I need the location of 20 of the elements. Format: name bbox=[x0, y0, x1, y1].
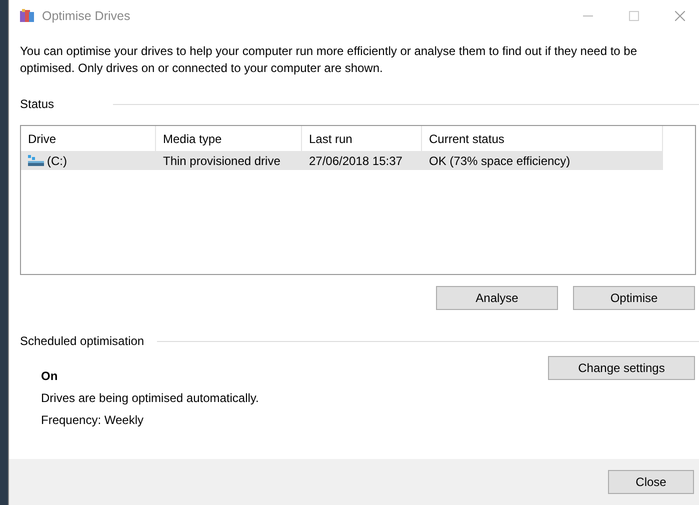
table-cell-text: 27/06/2018 15:37 bbox=[308, 152, 404, 170]
table-cell: (C:) bbox=[21, 151, 156, 170]
close-button[interactable]: Close bbox=[608, 470, 694, 494]
schedule-detail: Drives are being optimised automatically. bbox=[41, 390, 259, 406]
maximize-icon[interactable] bbox=[629, 11, 639, 21]
drive-row[interactable]: (C:) Thin provisioned drive 27/06/2018 15:37 OK (73% space efficiency) bbox=[21, 151, 663, 170]
description-text: You can optimise your drives to help your computer run more efficiently or analyse them to find out if they need to be optimised. Only drives on or connected to your computer are shown. bbox=[20, 43, 638, 77]
close-icon[interactable] bbox=[675, 11, 685, 21]
section-heading: Status bbox=[20, 97, 54, 111]
section-heading: Scheduled optimisation bbox=[20, 334, 144, 348]
action-button[interactable]: Optimise bbox=[573, 286, 695, 310]
app-icon bbox=[19, 8, 35, 24]
table-cell-text: Thin provisioned drive bbox=[162, 152, 282, 170]
drive-icon bbox=[28, 154, 44, 166]
action-button[interactable]: Analyse bbox=[436, 286, 558, 310]
table-cell-text: OK (73% space efficiency) bbox=[428, 152, 572, 170]
window-title: Optimise Drives bbox=[42, 9, 130, 23]
frequency-text: Frequency: Weekly bbox=[41, 412, 144, 428]
change-settings-button[interactable]: Change settings bbox=[548, 356, 695, 380]
schedule-state: On bbox=[41, 368, 59, 384]
